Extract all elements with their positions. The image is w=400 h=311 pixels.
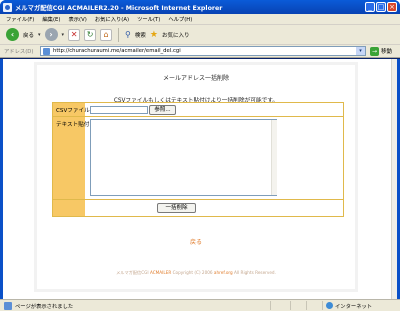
- window-controls: _ □ ×: [365, 2, 397, 12]
- address-input[interactable]: http://churachuraumi.me/acmailer/email_d…: [40, 46, 366, 56]
- footer-rights: All Rights Reserved.: [232, 270, 276, 275]
- back-arrow-icon[interactable]: ‹: [6, 28, 19, 41]
- text-paste-label: テキスト貼付: [56, 122, 90, 128]
- window-title: メルマガ配信CGI ACMAILER2.20 - Microsoft Inter…: [15, 4, 223, 12]
- page-done-icon: [4, 301, 12, 310]
- footer-owner-link[interactable]: ahref.org: [214, 270, 233, 275]
- text-paste-textarea[interactable]: [90, 119, 277, 196]
- browse-button[interactable]: 参照...: [149, 105, 176, 115]
- page-container: メールアドレス一括削除 CSVファイルもしくはテキスト貼付けより一括削除が可能で…: [37, 65, 355, 289]
- globe-icon: [326, 302, 333, 309]
- page-scrollbar[interactable]: [391, 59, 397, 299]
- stop-icon[interactable]: ✕: [68, 28, 81, 41]
- forward-arrow-icon[interactable]: ›: [44, 28, 58, 41]
- menu-file[interactable]: ファイル(F): [6, 15, 34, 23]
- footer-brand-link[interactable]: ACMAILER: [150, 270, 171, 275]
- title-bar: メルマガ配信CGI ACMAILER2.20 - Microsoft Inter…: [0, 0, 400, 14]
- menu-favorites[interactable]: お気に入り(A): [95, 15, 129, 23]
- footer-copyright-text: Copyright (C) 2006: [171, 270, 214, 275]
- maximize-button[interactable]: □: [376, 2, 386, 12]
- footer-prefix: メルマガ配信CGI: [116, 270, 150, 275]
- csv-file-input[interactable]: [90, 106, 148, 114]
- ie-icon: [3, 2, 12, 12]
- row-divider: [53, 199, 343, 200]
- refresh-icon[interactable]: ↻: [84, 28, 97, 41]
- search-icon[interactable]: ⚲: [125, 30, 131, 39]
- page-content: メールアドレス一括削除 CSVファイルもしくはテキスト貼付けより一括削除が可能で…: [3, 59, 391, 299]
- home-icon[interactable]: ⌂: [100, 28, 113, 41]
- favorites-button-label[interactable]: お気に入り: [162, 31, 190, 39]
- forward-dropdown-icon[interactable]: ▾: [62, 32, 65, 38]
- go-button[interactable]: → 移動: [370, 46, 393, 56]
- address-url[interactable]: http://churachuraumi.me/acmailer/email_d…: [53, 48, 181, 54]
- textarea-scrollbar[interactable]: [271, 120, 277, 195]
- address-bar: アドレス(D) http://churachuraumi.me/acmailer…: [0, 45, 400, 58]
- close-button[interactable]: ×: [387, 2, 397, 12]
- address-dropdown-icon[interactable]: ▾: [356, 47, 365, 55]
- menu-bar: ファイル(F) 編集(E) 表示(V) お気に入り(A) ツール(T) ヘルプ(…: [0, 14, 400, 25]
- go-arrow-icon: →: [370, 46, 379, 56]
- back-link[interactable]: 戻る: [37, 237, 355, 246]
- search-button-label[interactable]: 検索: [135, 31, 146, 39]
- status-divider: [290, 301, 291, 310]
- back-dropdown-icon[interactable]: ▾: [38, 32, 41, 38]
- minimize-button[interactable]: _: [365, 2, 375, 12]
- page-icon: [43, 48, 50, 55]
- csv-file-label: CSVファイル: [56, 108, 90, 114]
- zone-text: インターネット: [335, 303, 373, 310]
- menu-view[interactable]: 表示(V): [68, 15, 86, 23]
- bulk-delete-button[interactable]: 一括削除: [157, 203, 196, 213]
- go-label: 移動: [381, 49, 393, 55]
- menu-help[interactable]: ヘルプ(H): [168, 15, 192, 23]
- page-title: メールアドレス一括削除: [162, 75, 229, 82]
- status-divider: [270, 301, 271, 310]
- security-zone: インターネット: [322, 301, 372, 310]
- status-bar: ページが表示されました インターネット: [0, 299, 400, 311]
- menu-edit[interactable]: 編集(E): [42, 15, 60, 23]
- favorites-star-icon[interactable]: ★: [150, 30, 158, 40]
- browser-window: メルマガ配信CGI ACMAILER2.20 - Microsoft Inter…: [0, 0, 400, 311]
- delete-form: CSVファイル 参照... テキスト貼付 一括削除: [52, 102, 344, 217]
- toolbar: ‹ 戻る ▾ › ▾ ✕ ↻ ⌂ ⚲ 検索 ★ お気に入り: [0, 25, 400, 45]
- address-label: アドレス(D): [4, 49, 34, 55]
- back-button-label[interactable]: 戻る: [23, 31, 34, 39]
- status-text: ページが表示されました: [15, 303, 74, 310]
- menu-tools[interactable]: ツール(T): [137, 15, 160, 23]
- status-divider: [306, 301, 307, 310]
- footer-copyright: メルマガ配信CGI ACMAILER Copyright (C) 2006 ah…: [37, 270, 355, 276]
- toolbar-separator: [118, 27, 120, 42]
- row-divider: [53, 116, 343, 117]
